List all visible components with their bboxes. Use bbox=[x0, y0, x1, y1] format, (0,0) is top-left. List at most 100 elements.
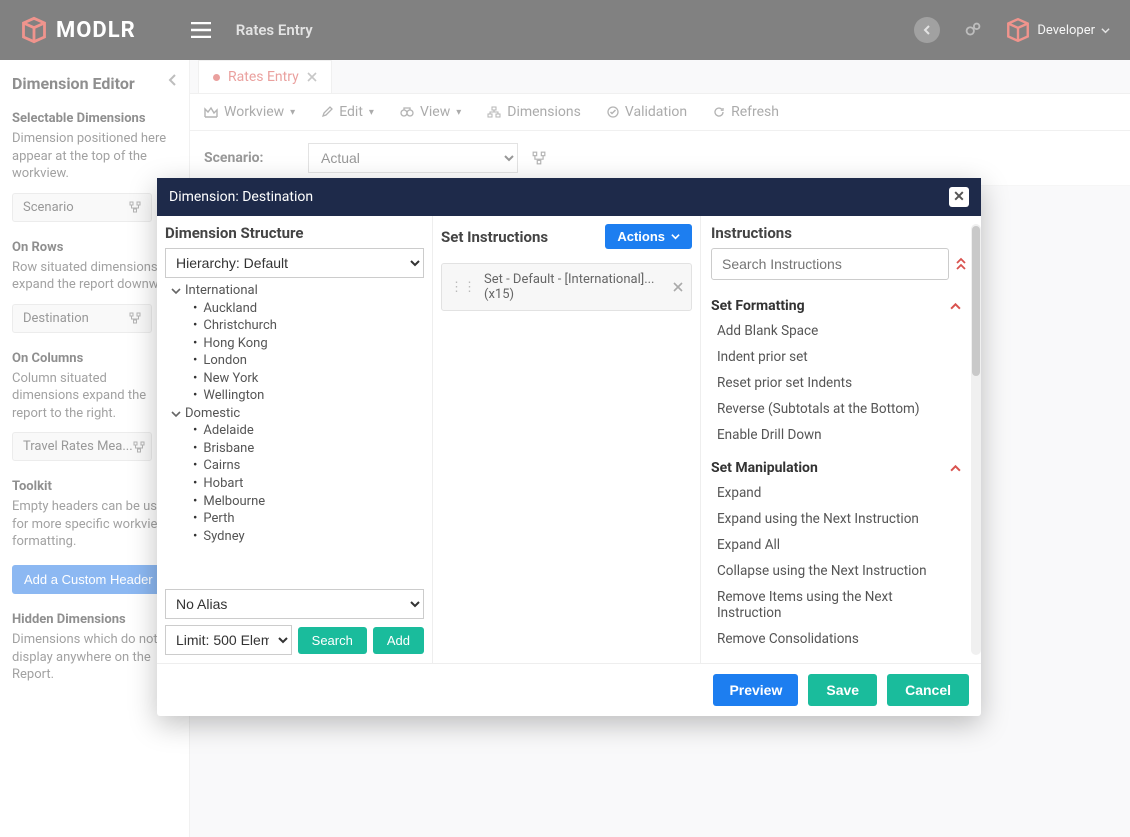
user-label: Developer bbox=[1037, 23, 1095, 38]
drag-handle-icon[interactable]: ⋮⋮ bbox=[450, 280, 476, 295]
instr-item[interactable]: Collapse using the Next Instruction bbox=[715, 558, 961, 584]
sb-toolkit-title: Toolkit bbox=[12, 479, 177, 494]
instr-item[interactable]: Indent prior set bbox=[715, 344, 961, 370]
user-menu[interactable]: Developer bbox=[1005, 17, 1110, 43]
tree-leaf[interactable]: Christchurch bbox=[189, 317, 422, 335]
chevron-down-icon bbox=[1101, 26, 1110, 35]
modal-close[interactable]: ✕ bbox=[949, 187, 969, 207]
add-button[interactable]: Add bbox=[373, 627, 424, 654]
instr-item[interactable]: Remove Consolidations bbox=[715, 626, 961, 652]
dimension-modal: Dimension: Destination ✕ Dimension Struc… bbox=[157, 178, 981, 716]
instr-item[interactable]: Expand All bbox=[715, 532, 961, 558]
toolbar-view[interactable]: View ▾ bbox=[400, 104, 461, 120]
sb-cols-title: On Columns bbox=[12, 351, 177, 366]
close-icon bbox=[307, 72, 317, 82]
instr-item[interactable]: Reset prior set Indents bbox=[715, 370, 961, 396]
instr-item[interactable]: Expand bbox=[715, 480, 961, 506]
chip-scenario-label: Scenario bbox=[23, 200, 74, 215]
tree-leaf[interactable]: Hong Kong bbox=[189, 335, 422, 353]
instr-item[interactable]: Reverse (Subtotals at the Bottom) bbox=[715, 396, 961, 422]
dimension-structure-panel: Dimension Structure Hierarchy: Default I… bbox=[157, 216, 433, 663]
scenario-select[interactable]: Actual bbox=[308, 143, 518, 173]
toolbar-workview[interactable]: Workview ▾ bbox=[204, 104, 295, 120]
pencil-icon bbox=[321, 106, 333, 118]
toolbar-validation[interactable]: Validation bbox=[607, 104, 687, 120]
cancel-button[interactable]: Cancel bbox=[887, 674, 969, 706]
scrollbar-thumb[interactable] bbox=[972, 226, 980, 376]
tree-leaf[interactable]: Auckland bbox=[189, 300, 422, 318]
settings-button[interactable] bbox=[959, 16, 987, 44]
double-chevron-up-icon bbox=[955, 257, 967, 271]
hierarchy-select[interactable]: Hierarchy: Default bbox=[165, 248, 424, 278]
tree-icon bbox=[129, 312, 141, 324]
tab-rates-entry[interactable]: Rates Entry bbox=[198, 60, 332, 93]
dimension-tree[interactable]: International Auckland Christchurch Hong… bbox=[165, 278, 424, 589]
chevron-down-icon bbox=[671, 232, 680, 241]
chevron-left-icon bbox=[167, 74, 179, 86]
actions-button[interactable]: Actions bbox=[605, 224, 692, 249]
alias-select[interactable]: No Alias bbox=[165, 589, 424, 619]
sb-selectable-desc: Dimension positioned here appear at the … bbox=[12, 130, 177, 183]
sb-rows-title: On Rows bbox=[12, 240, 177, 255]
chip-scenario[interactable]: Scenario bbox=[12, 193, 152, 222]
search-button[interactable]: Search bbox=[298, 627, 367, 654]
tree-leaf[interactable]: Melbourne bbox=[189, 493, 422, 511]
brand-mark-icon bbox=[20, 16, 48, 44]
tree-icon bbox=[133, 441, 145, 453]
instr-item[interactable]: Expand using the Next Instruction bbox=[715, 506, 961, 532]
user-brand-icon bbox=[1005, 17, 1031, 43]
chip-destination[interactable]: Destination bbox=[12, 304, 152, 333]
tab-close[interactable] bbox=[307, 72, 317, 82]
tree-leaf[interactable]: Cairns bbox=[189, 457, 422, 475]
brand-text: MODLR bbox=[56, 18, 136, 43]
chevron-down-icon bbox=[171, 286, 181, 296]
back-button[interactable] bbox=[913, 16, 941, 44]
tree-leaf[interactable]: Wellington bbox=[189, 387, 422, 405]
sb-selectable-title: Selectable Dimensions bbox=[12, 111, 177, 126]
top-navbar: MODLR Rates Entry Developer bbox=[0, 0, 1130, 60]
tree-leaf[interactable]: Brisbane bbox=[189, 440, 422, 458]
set-chip[interactable]: ⋮⋮ Set - Default - [International]... (x… bbox=[441, 263, 692, 311]
limit-select[interactable]: Limit: 500 Elements bbox=[165, 625, 292, 655]
instr-list-format: Add Blank Space Indent prior set Reset p… bbox=[711, 314, 961, 448]
set-chip-remove[interactable] bbox=[673, 282, 683, 292]
preview-button[interactable]: Preview bbox=[713, 674, 798, 706]
set-title: Set Instructions Actions bbox=[441, 224, 692, 249]
tree-leaf[interactable]: Perth bbox=[189, 510, 422, 528]
tabstrip: Rates Entry bbox=[190, 60, 1130, 93]
group-set-formatting[interactable]: Set Formatting bbox=[711, 298, 961, 314]
toolbar-edit[interactable]: Edit ▾ bbox=[321, 104, 374, 120]
tree-node-international[interactable]: International bbox=[171, 282, 422, 300]
instructions-title: Instructions bbox=[711, 224, 975, 242]
tree-leaf[interactable]: Adelaide bbox=[189, 422, 422, 440]
chip-travel-rates[interactable]: Travel Rates Mea... bbox=[12, 432, 152, 461]
instructions-scrollbar[interactable] bbox=[971, 224, 981, 655]
brand-logo[interactable]: MODLR bbox=[20, 16, 136, 44]
modal-title: Dimension: Destination bbox=[169, 189, 313, 205]
toolbar-dimensions[interactable]: Dimensions bbox=[487, 104, 581, 120]
tree-leaf[interactable]: New York bbox=[189, 370, 422, 388]
hamburger-icon[interactable] bbox=[191, 22, 211, 38]
modal-body: Dimension Structure Hierarchy: Default I… bbox=[157, 216, 981, 663]
group-set-manipulation[interactable]: Set Manipulation bbox=[711, 460, 961, 476]
instr-item[interactable]: Remove Items using the Next Instruction bbox=[715, 584, 961, 626]
scenario-tree-button[interactable] bbox=[532, 151, 546, 165]
tree-leaf[interactable]: Hobart bbox=[189, 475, 422, 493]
instr-item[interactable]: Add Blank Space bbox=[715, 318, 961, 344]
add-custom-header-button[interactable]: Add a Custom Header bbox=[12, 565, 165, 594]
tree-leaf[interactable]: Sydney bbox=[189, 528, 422, 546]
instr-item[interactable]: Enable Drill Down bbox=[715, 422, 961, 448]
toolbar-refresh[interactable]: Refresh bbox=[713, 104, 779, 120]
sidebar-collapse[interactable] bbox=[167, 74, 179, 86]
chevron-up-icon bbox=[950, 463, 961, 474]
sb-cols-desc: Column situated dimensions expand the re… bbox=[12, 370, 177, 423]
toolbar: Workview ▾ Edit ▾ View ▾ Dimensions Vali… bbox=[190, 93, 1130, 131]
instr-item[interactable]: Sort by Name (Ascending) bbox=[715, 652, 961, 655]
navbar-right: Developer bbox=[913, 16, 1110, 44]
tree-node-domestic[interactable]: Domestic bbox=[171, 405, 422, 423]
chart-area-icon bbox=[204, 106, 218, 118]
tree-leaf[interactable]: London bbox=[189, 352, 422, 370]
save-button[interactable]: Save bbox=[808, 674, 877, 706]
arrow-left-icon bbox=[921, 24, 933, 36]
search-instructions-input[interactable] bbox=[711, 248, 949, 280]
